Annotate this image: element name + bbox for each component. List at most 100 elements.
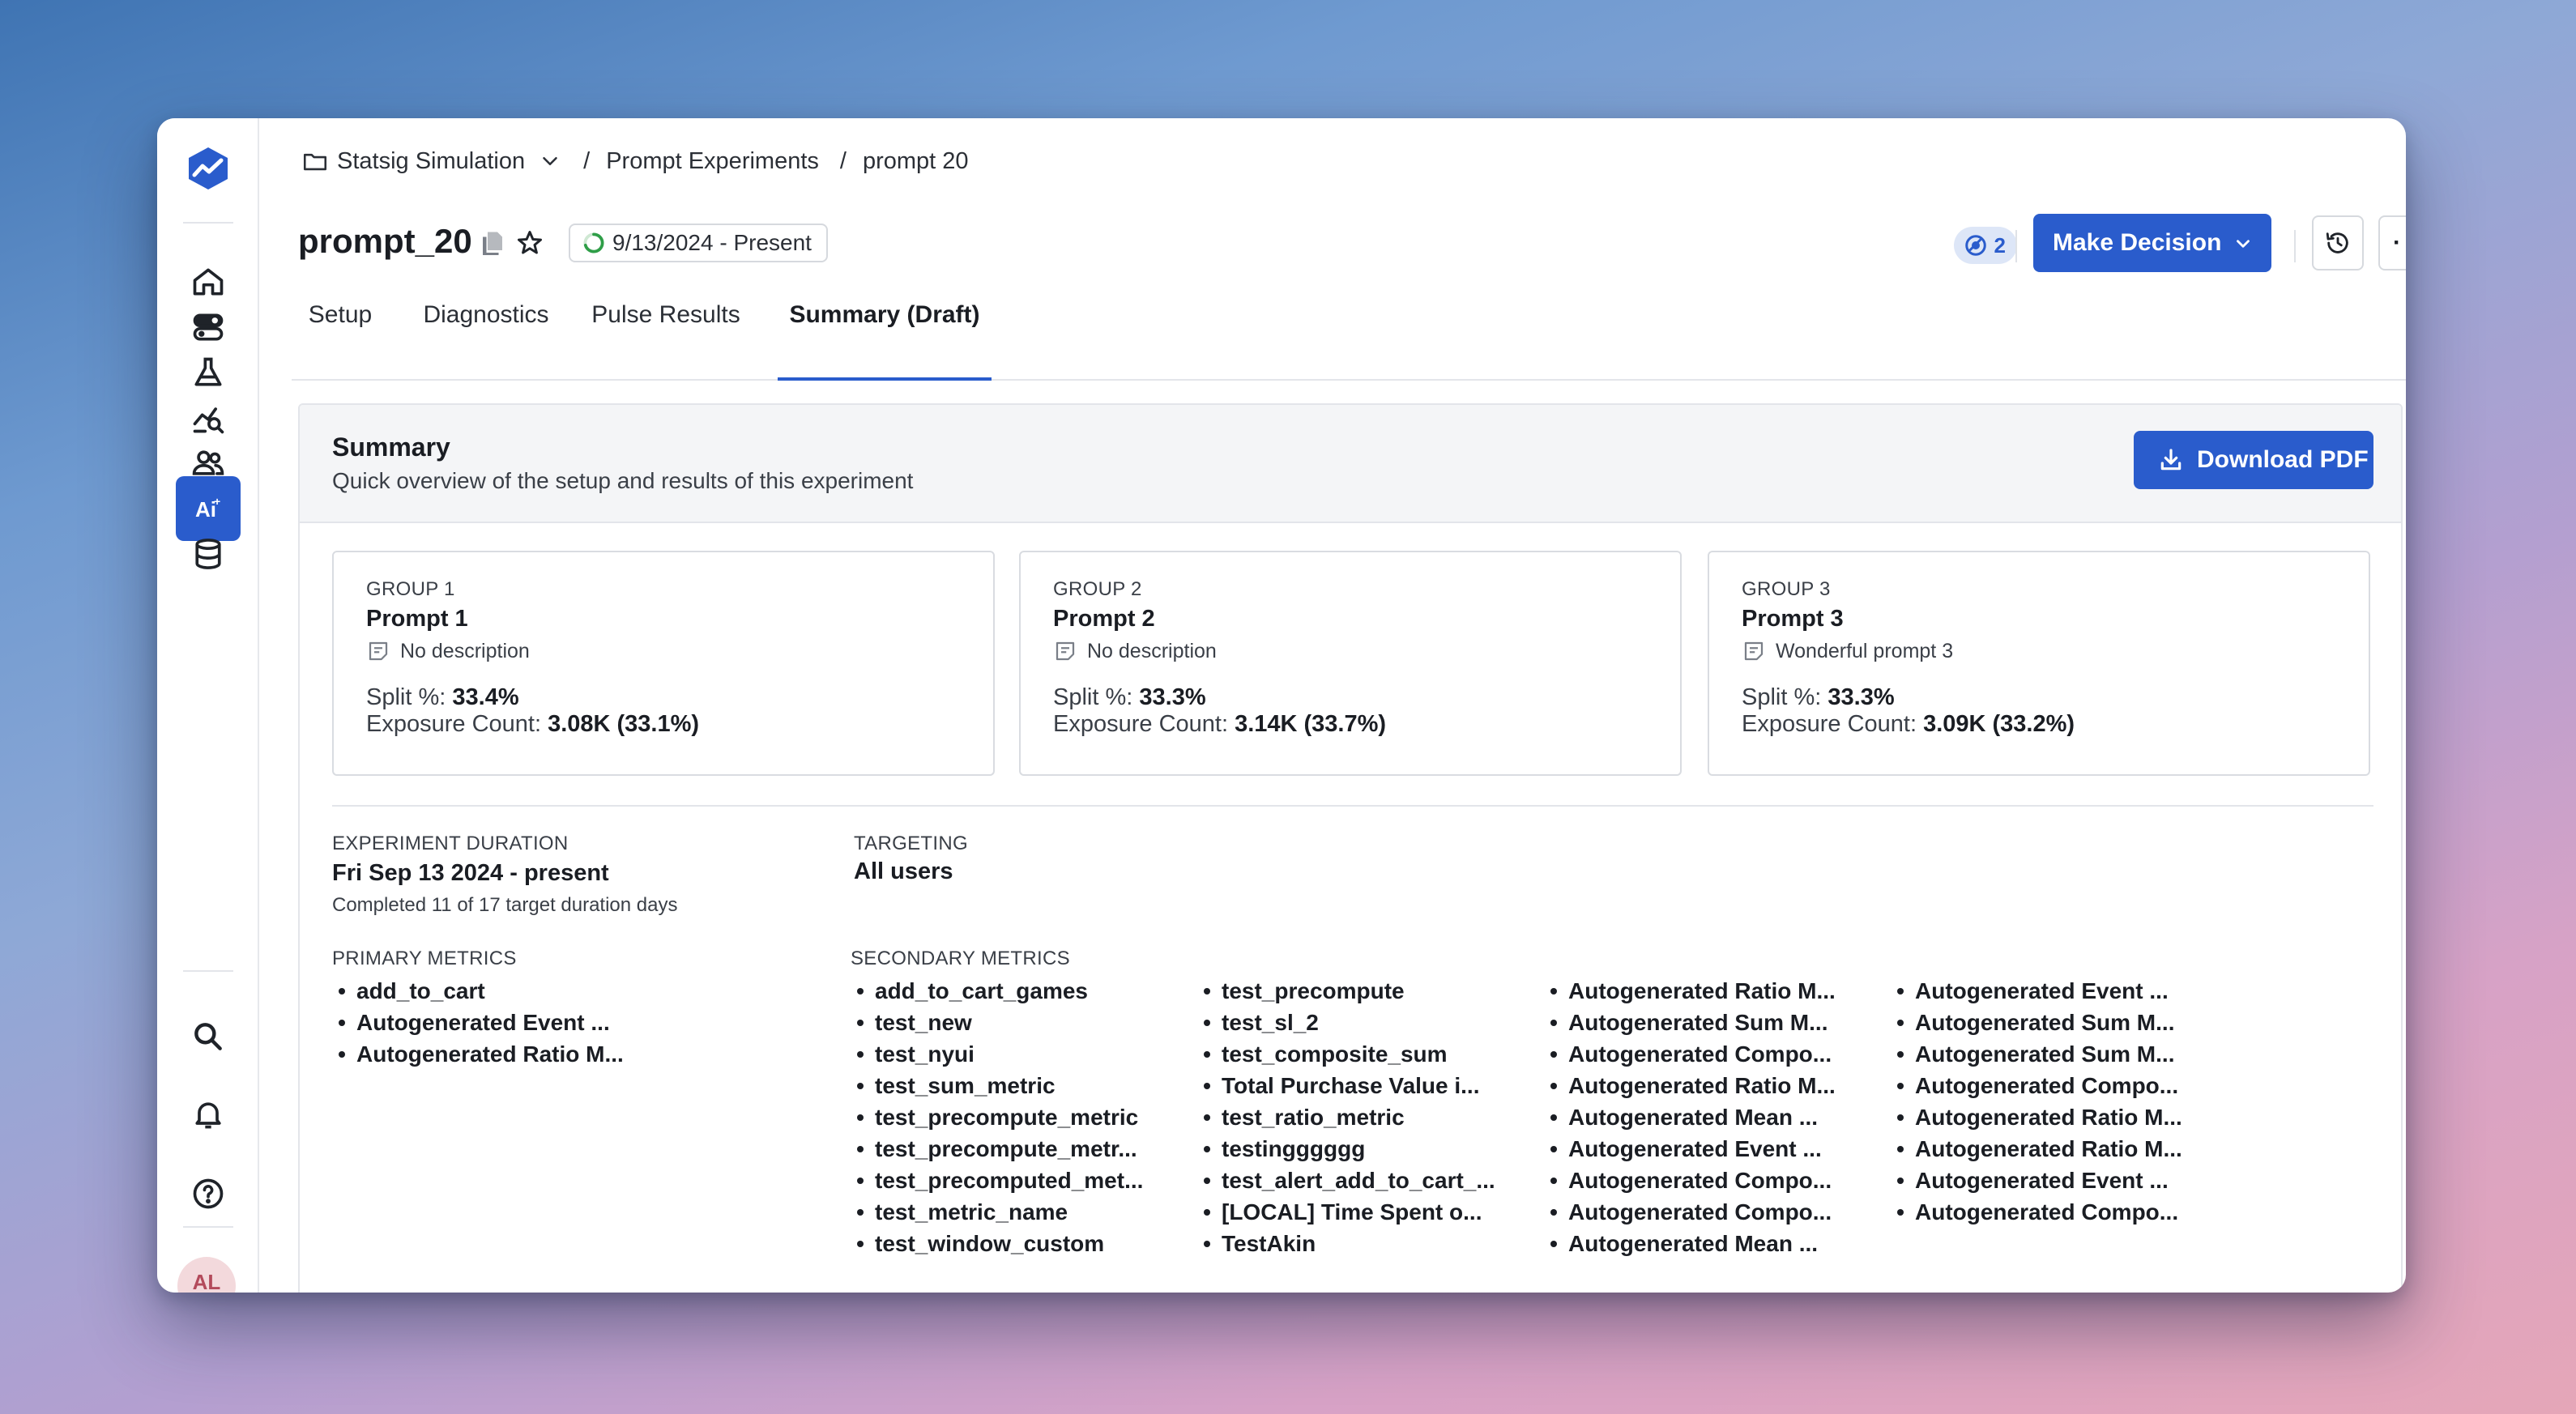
help-icon[interactable] — [176, 1161, 241, 1226]
in-progress-icon — [583, 232, 604, 253]
history-icon — [2326, 232, 2348, 253]
breadcrumb: Statsig Simulation / Prompt Experiments … — [301, 143, 969, 180]
split-label: Split %: — [1742, 684, 1822, 710]
list-item: test_precomputed_met... — [851, 1165, 1143, 1196]
reviewers-badge[interactable]: 2 — [1953, 227, 2017, 264]
list-item: Autogenerated Event ... — [1891, 1165, 2182, 1196]
list-item: add_to_cart — [332, 975, 624, 1007]
group-name: Prompt 1 — [366, 606, 468, 632]
list-item: Autogenerated Sum M... — [1891, 1038, 2182, 1070]
make-decision-label: Make Decision — [2053, 229, 2222, 256]
breadcrumb-separator: / — [583, 147, 591, 174]
exposure-value: 3.14K (33.7%) — [1235, 711, 1387, 737]
list-item: Autogenerated Ratio M... — [332, 1038, 624, 1070]
split-value: 33.4% — [452, 684, 519, 710]
copy-icon[interactable] — [478, 228, 507, 258]
exposure-value: 3.09K (33.2%) — [1923, 711, 2075, 737]
left-nav-rail: Ai + AL — [157, 118, 259, 1293]
list-item: [LOCAL] Time Spent o... — [1197, 1196, 1495, 1228]
description-note-icon — [1744, 641, 1764, 661]
list-item: test_sum_metric — [851, 1070, 1143, 1101]
main-content: Statsig Simulation / Prompt Experiments … — [259, 118, 2406, 1293]
secondary-metrics-label: SECONDARY METRICS — [851, 948, 1070, 969]
group-description-text: Wonderful prompt 3 — [1776, 639, 1954, 662]
notifications-bell-icon[interactable] — [176, 1082, 241, 1147]
breadcrumb-project[interactable]: Statsig Simulation — [337, 148, 525, 175]
duration-note: Completed 11 of 17 target duration days — [332, 894, 678, 916]
group-split: Split %: 33.4% — [366, 684, 993, 711]
secondary-metrics-column: Autogenerated Ratio M... Autogenerated S… — [1544, 975, 1836, 1259]
description-note-icon — [1056, 641, 1075, 661]
list-item: Autogenerated Ratio M... — [1891, 1101, 2182, 1133]
breadcrumb-current: prompt 20 — [862, 147, 969, 174]
list-item: Autogenerated Event ... — [332, 1007, 624, 1038]
split-value: 33.3% — [1139, 684, 1206, 710]
list-item: Autogenerated Compo... — [1544, 1038, 1836, 1070]
list-item: Autogenerated Ratio M... — [1544, 1070, 1836, 1101]
group-description: Wonderful prompt 3 — [1742, 639, 2369, 663]
list-item: test_precompute_metric — [851, 1101, 1143, 1133]
group-name: Prompt 3 — [1742, 606, 1844, 632]
tab-setup[interactable]: Setup — [292, 298, 389, 379]
tab-pulse-results[interactable]: Pulse Results — [585, 298, 747, 379]
list-item: test_window_custom — [851, 1228, 1143, 1259]
tab-summary-draft[interactable]: Summary (Draft) — [778, 298, 992, 381]
group-name: Prompt 2 — [1053, 606, 1155, 632]
exposure-label: Exposure Count: — [1742, 711, 1917, 737]
reviewers-count: 2 — [1994, 232, 2006, 258]
date-range-badge[interactable]: 9/13/2024 - Present — [569, 224, 828, 262]
more-options-button[interactable]: · — [2378, 215, 2406, 270]
secondary-metrics-column: test_precompute test_sl_2 test_composite… — [1197, 975, 1495, 1259]
list-item: Autogenerated Event ... — [1891, 975, 2182, 1007]
tab-diagnostics[interactable]: Diagnostics — [415, 298, 557, 379]
summary-title: Summary — [332, 432, 450, 462]
list-item: add_to_cart_games — [851, 975, 1143, 1007]
summary-header: Summary Quick overview of the setup and … — [300, 405, 2401, 523]
database-icon[interactable] — [176, 522, 241, 586]
app-window: Ai + AL Statsig Simulation / Prompt Exper… — [157, 118, 2406, 1293]
duration-label: EXPERIMENT DURATION — [332, 833, 569, 854]
split-value: 33.3% — [1828, 684, 1895, 710]
user-avatar[interactable]: AL — [177, 1257, 236, 1293]
list-item: test_precompute — [1197, 975, 1495, 1007]
split-label: Split %: — [1053, 684, 1133, 710]
list-item: Autogenerated Ratio M... — [1544, 975, 1836, 1007]
reviewer-check-icon — [1964, 235, 1986, 256]
make-decision-button[interactable]: Make Decision — [2033, 214, 2271, 272]
breadcrumb-separator: / — [839, 147, 847, 174]
download-pdf-button[interactable]: Download PDF — [2134, 431, 2373, 489]
list-item: test_alert_add_to_cart_... — [1197, 1165, 1495, 1196]
targeting-value: All users — [854, 858, 953, 884]
history-button[interactable] — [2312, 215, 2364, 270]
divider — [332, 805, 2373, 807]
svg-text:+: + — [214, 495, 220, 508]
list-item: test_sl_2 — [1197, 1007, 1495, 1038]
chevron-down-icon — [2237, 240, 2250, 248]
list-item: test_ratio_metric — [1197, 1101, 1495, 1133]
list-item: test_precompute_metr... — [851, 1133, 1143, 1165]
group-card: GROUP 3 Prompt 3 Wonderful prompt 3 Spli… — [1708, 551, 2370, 776]
breadcrumb-section[interactable]: Prompt Experiments — [606, 148, 819, 175]
group-card: GROUP 1 Prompt 1 No description Split %:… — [332, 551, 995, 776]
chevron-down-icon[interactable] — [538, 149, 562, 173]
list-item: Autogenerated Sum M... — [1544, 1007, 1836, 1038]
split-label: Split %: — [366, 684, 446, 710]
primary-metrics-label: PRIMARY METRICS — [332, 948, 517, 969]
list-item: Autogenerated Event ... — [1544, 1133, 1836, 1165]
group-description-text: No description — [1087, 639, 1217, 662]
search-icon[interactable] — [176, 1004, 241, 1069]
list-item: Autogenerated Sum M... — [1891, 1007, 2182, 1038]
group-description: No description — [1053, 639, 1680, 663]
group-description-text: No description — [400, 639, 530, 662]
star-icon[interactable] — [515, 228, 544, 258]
list-item: TestAkin — [1197, 1228, 1495, 1259]
tab-bar: Setup Diagnostics Pulse Results Summary … — [292, 298, 2406, 381]
targeting-label: TARGETING — [854, 833, 968, 854]
group-split: Split %: 33.3% — [1742, 684, 2369, 711]
group-label: GROUP 1 — [366, 578, 455, 600]
list-item: test_metric_name — [851, 1196, 1143, 1228]
list-item: Total Purchase Value i... — [1197, 1070, 1495, 1101]
exposure-label: Exposure Count: — [1053, 711, 1229, 737]
page-title: prompt_20 — [298, 222, 472, 260]
statsig-logo-icon[interactable] — [184, 144, 232, 193]
